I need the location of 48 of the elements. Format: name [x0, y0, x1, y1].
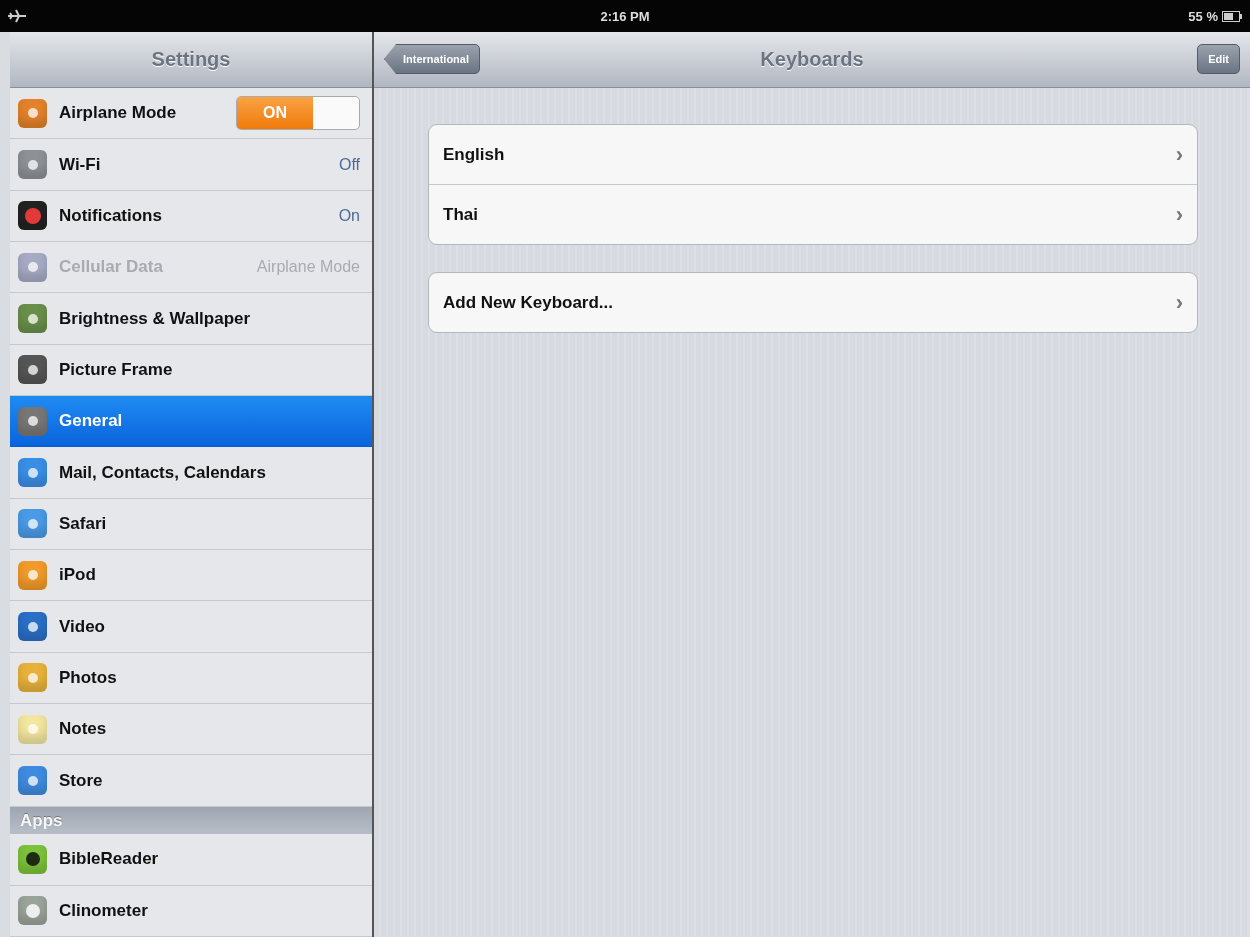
settings-item[interactable]: Video [10, 601, 372, 653]
item-label: Store [59, 770, 104, 791]
settings-item[interactable]: Photos [10, 652, 372, 705]
item-label: Clinometer [59, 900, 149, 921]
settings-item[interactable]: Store [10, 755, 372, 807]
keyboard-row[interactable]: Add New Keyboard... › [429, 273, 1197, 332]
section-title: Apps [20, 810, 63, 831]
settings-item[interactable]: Notes [10, 704, 372, 756]
item-value: On [338, 206, 360, 225]
chevron-icon: › [1175, 289, 1183, 316]
settings-item[interactable]: Wi-Fi Off [10, 139, 372, 191]
item-label: Cellular Data [59, 257, 164, 278]
item-label: Notifications [59, 205, 163, 226]
item-label: Notes [59, 719, 108, 740]
item-label: Mail, Contacts, Calendars [59, 462, 267, 483]
row-label: English [443, 144, 506, 165]
item-label: Brightness & Wallpaper [59, 308, 252, 329]
settings-item[interactable]: iPod [10, 550, 372, 602]
battery-percent: 55 % [1188, 8, 1218, 24]
app-item[interactable]: Clinometer [10, 885, 372, 937]
item-label: Safari [59, 513, 108, 534]
app-item[interactable]: BibleReader [10, 834, 372, 886]
settings-item[interactable]: Safari [10, 498, 372, 551]
settings-item[interactable]: Mail, Contacts, Calendars [10, 447, 372, 499]
settings-item[interactable]: Airplane Mode ON [10, 88, 372, 140]
row-label: Thai [443, 204, 479, 225]
item-label: General [59, 411, 124, 432]
item-label: BibleReader [59, 849, 160, 870]
keyboard-row[interactable]: Thai › [429, 184, 1197, 244]
item-label: Video [59, 616, 106, 637]
settings-item[interactable]: Picture Frame [10, 344, 372, 397]
item-label: Photos [59, 667, 118, 688]
item-value: Airplane Mode [256, 258, 360, 277]
item-label: Wi-Fi [59, 154, 102, 175]
item-label: Picture Frame [59, 359, 174, 380]
item-value: Off [338, 155, 360, 174]
keyboard-row[interactable]: English › [429, 125, 1197, 184]
settings-item[interactable]: Notifications On [10, 190, 372, 243]
sidebar-title: Settings [151, 48, 231, 71]
settings-item[interactable]: Brightness & Wallpaper [10, 293, 372, 345]
status-time: 2:16 PM [600, 8, 650, 24]
page-title: Keyboards [760, 48, 864, 71]
chevron-icon: › [1175, 201, 1183, 228]
settings-item[interactable]: General [10, 396, 372, 448]
item-label: iPod [59, 565, 97, 586]
row-label: Add New Keyboard... [443, 292, 615, 313]
item-label: Airplane Mode [59, 103, 178, 124]
chevron-icon: › [1175, 141, 1183, 168]
